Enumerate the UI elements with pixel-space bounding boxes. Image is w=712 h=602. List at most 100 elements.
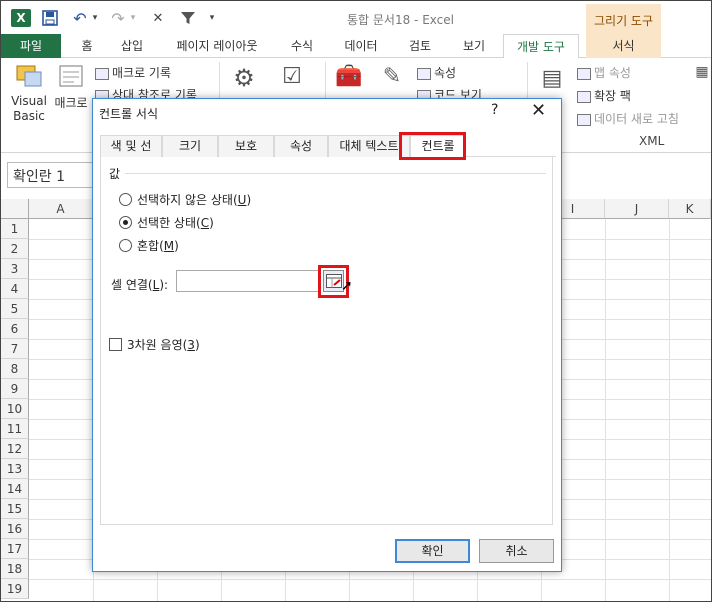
row-header[interactable]: 3	[1, 259, 29, 279]
row-header[interactable]: 4	[1, 279, 29, 299]
row-header[interactable]: 17	[1, 539, 29, 559]
row-header[interactable]: 8	[1, 359, 29, 379]
record-macro-icon	[95, 67, 109, 80]
tab-review[interactable]: 검토	[395, 34, 445, 58]
row-header[interactable]: 2	[1, 239, 29, 259]
tab-developer[interactable]: 개발 도구	[503, 34, 579, 59]
column-header[interactable]: A	[29, 199, 93, 219]
row-header[interactable]: 16	[1, 519, 29, 539]
row-header[interactable]: 5	[1, 299, 29, 319]
tab-view[interactable]: 보기	[449, 34, 499, 58]
refresh-data-button[interactable]: 데이터 새로 고침	[577, 110, 679, 127]
save-icon[interactable]	[41, 9, 59, 27]
add-ins-button[interactable]: ⚙	[229, 64, 259, 92]
tab-properties[interactable]: 속성	[274, 135, 328, 157]
ribbon-tabs: 파일 홈 삽입 페이지 레이아웃 수식 데이터 검토 보기 개발 도구 서식	[1, 34, 711, 59]
tab-size[interactable]: 크기	[162, 135, 218, 157]
tab-protection[interactable]: 보호	[218, 135, 274, 157]
radio-mixed[interactable]: 혼합(M)	[119, 237, 179, 254]
row-header[interactable]: 15	[1, 499, 29, 519]
radio-unchecked-end: )	[246, 192, 252, 207]
row-header[interactable]: 10	[1, 399, 29, 419]
window-title: 통합 문서18 - Excel	[347, 13, 454, 27]
cell-link-label: 셀 연결(L):	[111, 276, 168, 293]
row-header[interactable]: 18	[1, 559, 29, 579]
tab-formulas[interactable]: 수식	[279, 34, 325, 58]
cell-link-input[interactable]	[176, 270, 321, 292]
column-header[interactable]: K	[669, 199, 711, 219]
undo-dropdown-icon[interactable]: ▾	[90, 9, 100, 27]
row-header[interactable]: 6	[1, 319, 29, 339]
macro-icon	[53, 62, 89, 94]
qat-customize-icon[interactable]: ▾	[207, 9, 217, 27]
radio-button[interactable]	[119, 193, 132, 206]
excel-logo-icon: X	[11, 9, 31, 27]
help-icon[interactable]: ?	[491, 102, 498, 118]
3d-shading-checkbox[interactable]: 3차원 음영(3)	[109, 336, 200, 353]
tab-alt-text[interactable]: 대체 텍스트	[328, 135, 410, 157]
dialog-tabs: 색 및 선 크기 보호 속성 대체 텍스트 컨트롤	[100, 135, 556, 158]
row-header[interactable]: 1	[1, 219, 29, 239]
record-macro-label: 매크로 기록	[112, 66, 172, 80]
expansion-pack-button[interactable]: 확장 팩	[577, 87, 631, 104]
map-properties-icon	[577, 67, 591, 80]
com-add-ins-button[interactable]: ☑	[277, 64, 307, 89]
radio-checked-accel: C	[200, 215, 210, 230]
radio-button-selected[interactable]	[119, 216, 132, 229]
tab-page-layout[interactable]: 페이지 레이아웃	[161, 34, 273, 58]
cell-link-text: 셀 연결(	[111, 278, 153, 292]
macro-label: 매크로	[54, 96, 88, 110]
redo-icon[interactable]: ↷	[109, 9, 127, 28]
radio-unchecked[interactable]: 선택하지 않은 상태(U)	[119, 191, 251, 208]
radio-checked-end: )	[209, 215, 214, 230]
checkbox-square[interactable]	[109, 338, 122, 351]
radio-unchecked-text: 선택하지 않은 상태(	[137, 193, 238, 207]
tab-data[interactable]: 데이터	[333, 34, 389, 58]
import-button[interactable]: ▦	[693, 64, 711, 80]
radio-button[interactable]	[119, 239, 132, 252]
name-box[interactable]: 확인란 1	[7, 162, 95, 188]
filter-icon[interactable]	[179, 9, 197, 27]
row-header[interactable]: 14	[1, 479, 29, 499]
gear-icon: ⚙	[233, 64, 255, 92]
radio-unchecked-accel: U	[237, 192, 247, 207]
tab-format[interactable]: 서식	[586, 34, 661, 58]
insert-control-button[interactable]: 🧰	[333, 64, 365, 89]
macro-button[interactable]: 매크로	[53, 62, 89, 111]
row-header[interactable]: 11	[1, 419, 29, 439]
select-all-corner[interactable]	[1, 199, 29, 219]
refresh-data-icon	[577, 113, 591, 126]
tab-insert[interactable]: 삽입	[109, 34, 155, 58]
column-header[interactable]: J	[605, 199, 669, 219]
close-icon[interactable]: ✕	[531, 100, 546, 121]
context-group-label: 그리기 도구	[586, 4, 661, 34]
tab-home[interactable]: 홈	[69, 34, 105, 58]
map-properties-button[interactable]: 맵 속성	[577, 64, 631, 81]
cancel-button[interactable]: 취소	[479, 539, 554, 563]
properties-label: 속성	[434, 66, 457, 80]
checklist-icon: ☑	[282, 64, 302, 89]
redo-dropdown-icon[interactable]: ▾	[128, 9, 138, 27]
gridline	[669, 219, 670, 601]
design-mode-icon: ✎	[382, 64, 402, 89]
tab-file[interactable]: 파일	[1, 34, 61, 58]
row-header[interactable]: 13	[1, 459, 29, 479]
cell-link-end: ):	[159, 278, 169, 292]
properties-button[interactable]: 속성	[417, 64, 456, 81]
row-header[interactable]: 12	[1, 439, 29, 459]
ok-button[interactable]: 확인	[395, 539, 470, 563]
row-header[interactable]: 9	[1, 379, 29, 399]
radio-checked[interactable]: 선택한 상태(C)	[119, 214, 214, 231]
row-header[interactable]: 7	[1, 339, 29, 359]
undo-icon[interactable]: ↶	[71, 9, 89, 28]
record-macro-button[interactable]: 매크로 기록	[95, 64, 171, 81]
tab-colors-lines[interactable]: 색 및 선	[100, 135, 162, 157]
properties-icon	[417, 67, 431, 80]
3d-shading-text: 3차원 음영(	[127, 338, 188, 352]
visual-basic-button[interactable]: Visual Basic	[9, 62, 49, 124]
gridline	[605, 219, 606, 601]
close-x-icon[interactable]: ✕	[151, 9, 165, 27]
xml-source-button[interactable]: ▤	[537, 66, 567, 91]
row-header[interactable]: 19	[1, 579, 29, 599]
design-mode-button[interactable]: ✎	[375, 64, 409, 89]
